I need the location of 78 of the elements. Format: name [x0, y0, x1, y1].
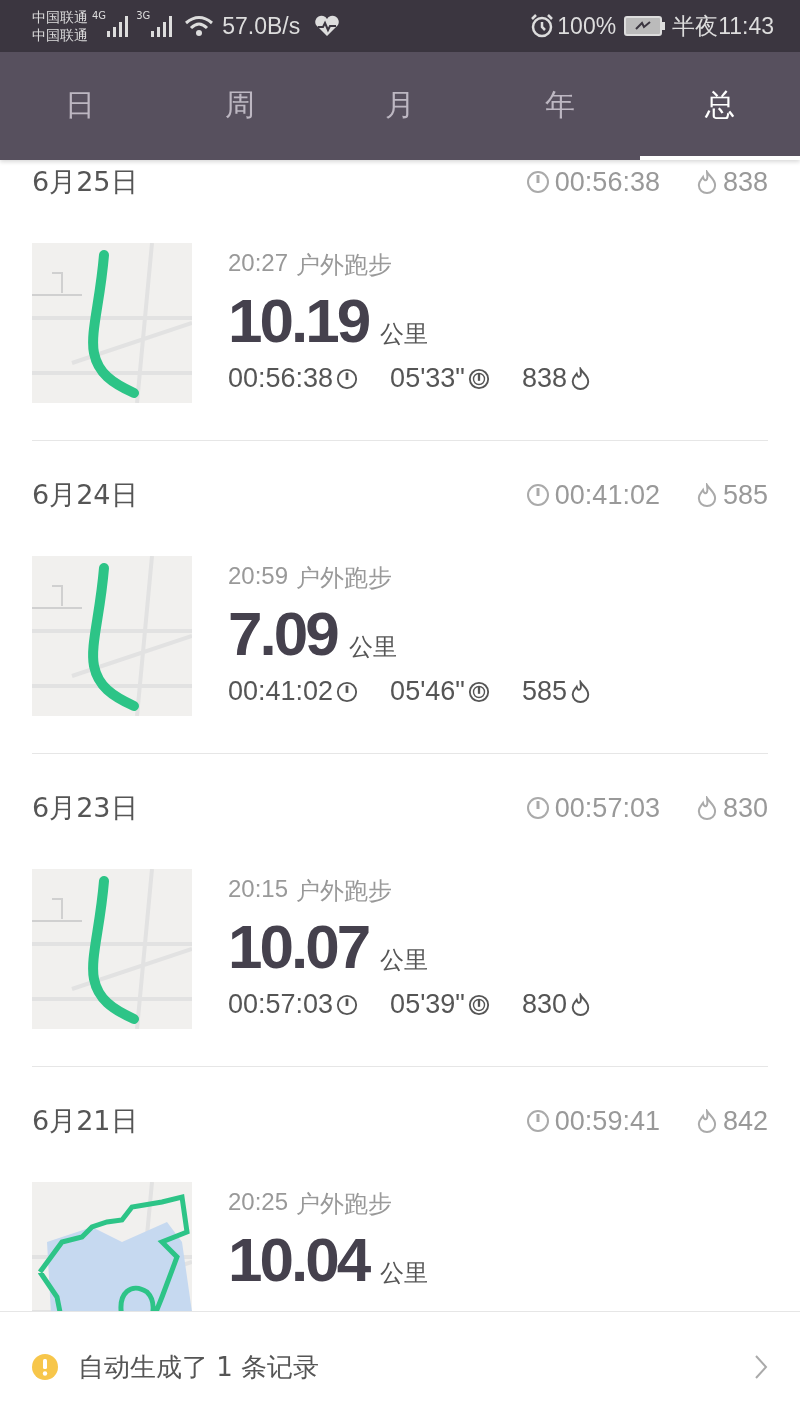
signal-icon: [150, 15, 175, 37]
day-duration: 00:59:41: [554, 1105, 660, 1137]
distance-unit: 公里: [380, 319, 429, 350]
activity-type: 户外跑步: [296, 876, 393, 906]
flame-icon: [570, 367, 591, 390]
flame-icon: [695, 796, 718, 820]
record-time: 20:25: [228, 1188, 289, 1217]
run-duration: 00:56:38: [228, 363, 334, 394]
day-calories: 585: [722, 479, 768, 511]
run-pace: 05'33": [390, 363, 465, 394]
distance-value: 10.19: [228, 285, 369, 357]
record-time: 20:27: [228, 249, 289, 278]
day-duration: 00:41:02: [554, 479, 660, 511]
period-tab[interactable]: 总: [640, 52, 800, 160]
run-record[interactable]: 20:27 户外跑步 10.19 公里 00:56:38 05'33" 838: [32, 243, 768, 403]
speedometer-icon: [467, 367, 490, 390]
signal-icon: [106, 15, 131, 37]
stopwatch-icon: [525, 170, 550, 194]
day-duration: 00:56:38: [554, 166, 660, 198]
network-speed: 57.0B/s: [222, 12, 301, 40]
day-date: 6月24日: [32, 478, 138, 512]
flame-icon: [695, 1109, 718, 1133]
run-pace: 05'39": [390, 989, 465, 1020]
activity-type: 户外跑步: [296, 1189, 393, 1219]
day-calories: 830: [722, 792, 768, 824]
warning-icon: [32, 1354, 58, 1380]
distance-value: 7.09: [228, 598, 337, 670]
day-calories: 842: [722, 1105, 768, 1137]
distance-unit: 公里: [348, 632, 397, 663]
run-calories: 585: [521, 676, 567, 707]
network-type: 3G: [136, 10, 151, 21]
record-time: 20:15: [228, 875, 289, 904]
day-duration: 00:57:03: [554, 792, 660, 824]
day-date: 6月21日: [32, 1104, 138, 1138]
speedometer-icon: [467, 680, 490, 703]
run-calories: 838: [521, 363, 567, 394]
day-calories: 838: [722, 166, 768, 198]
run-record[interactable]: 20:15 户外跑步 10.07 公里 00:57:03 05'39" 830: [32, 869, 768, 1029]
stopwatch-icon: [525, 483, 550, 507]
record-time: 20:59: [228, 562, 289, 591]
run-calories: 830: [521, 989, 567, 1020]
distance-value: 10.07: [228, 911, 369, 983]
speedometer-icon: [467, 993, 490, 1016]
flame-icon: [695, 170, 718, 194]
flame-icon: [570, 680, 591, 703]
carrier-name: 中国联通: [32, 26, 88, 44]
stopwatch-icon: [336, 993, 359, 1016]
chevron-right-icon: [754, 1354, 768, 1380]
distance-unit: 公里: [380, 945, 429, 976]
carrier-name: 中国联通: [32, 8, 88, 26]
stopwatch-icon: [336, 367, 359, 390]
period-tab[interactable]: 周: [160, 52, 320, 160]
period-tab[interactable]: 月: [320, 52, 480, 160]
activity-type: 户外跑步: [296, 250, 393, 280]
network-type: 4G: [92, 10, 107, 21]
period-tab[interactable]: 日: [0, 52, 160, 160]
activity-type: 户外跑步: [296, 563, 393, 593]
stopwatch-icon: [525, 796, 550, 820]
stopwatch-icon: [336, 680, 359, 703]
flame-icon: [695, 483, 718, 507]
wifi-icon: [184, 15, 215, 37]
battery-level: 100%: [557, 12, 617, 40]
period-tab[interactable]: 年: [480, 52, 640, 160]
distance-unit: 公里: [380, 1258, 429, 1289]
run-pace: 05'46": [390, 676, 465, 707]
run-duration: 00:41:02: [228, 676, 334, 707]
run-record[interactable]: 20:59 户外跑步 7.09 公里 00:41:02 05'46" 585: [32, 556, 768, 716]
notice-text: 自动生成了 1 条记录: [78, 1350, 320, 1384]
stopwatch-icon: [525, 1109, 550, 1133]
flame-icon: [570, 993, 591, 1016]
battery-icon: [624, 15, 667, 37]
day-date: 6月23日: [32, 791, 138, 825]
clock: 半夜11:43: [672, 11, 774, 41]
distance-value: 10.04: [228, 1224, 369, 1296]
run-duration: 00:57:03: [228, 989, 334, 1020]
day-date: 6月25日: [32, 165, 138, 199]
heart-icon: [314, 15, 341, 37]
alarm-icon: [530, 14, 555, 38]
